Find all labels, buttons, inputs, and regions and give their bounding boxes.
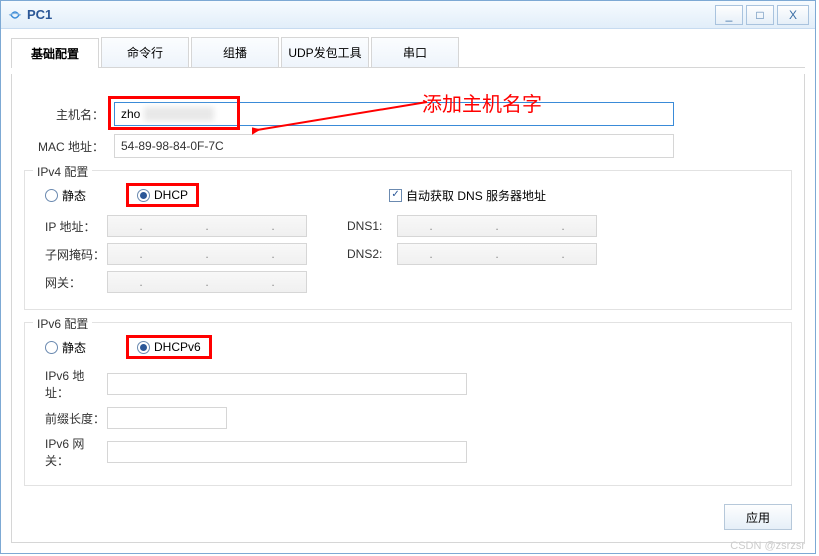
tab-udp[interactable]: UDP发包工具 (281, 37, 369, 67)
ipv6-ip-label: IPv6 地址： (35, 367, 107, 401)
close-button[interactable]: X (777, 5, 809, 25)
mac-value: 54-89-98-84-0F-7C (114, 134, 674, 158)
ipv4-section: IPv4 配置 静态 DHCP ✓ 自动获取 DNS 服务器地址 (24, 170, 792, 310)
auto-dns-label: 自动获取 DNS 服务器地址 (406, 187, 546, 204)
ipv4-title: IPv4 配置 (33, 163, 92, 180)
radio-icon (45, 189, 58, 202)
mac-label: MAC 地址： (24, 138, 114, 155)
ipv6-dhcpv6-radio[interactable]: DHCPv6 (126, 335, 212, 359)
ipv6-static-label: 静态 (62, 339, 86, 356)
dns1-field[interactable]: ... (397, 215, 597, 237)
minimize-icon: _ (726, 8, 733, 22)
mask-label: 子网掩码： (35, 246, 107, 263)
ipv6-dhcpv6-label: DHCPv6 (154, 340, 201, 354)
app-icon (7, 7, 23, 23)
window-title: PC1 (27, 7, 712, 22)
dns1-label: DNS1: (347, 219, 397, 233)
ipv6-section: IPv6 配置 静态 DHCPv6 IPv6 地址： 前缀长 (24, 322, 792, 486)
config-panel: 主机名： MAC 地址： 54-89-98-84-0F-7C IPv4 配置 (11, 74, 805, 543)
dns2-field[interactable]: ... (397, 243, 597, 265)
ipv6-prefix-field[interactable] (107, 407, 227, 429)
maximize-icon: □ (756, 8, 763, 22)
ipv6-static-radio[interactable]: 静态 (45, 339, 86, 356)
csdn-watermark: CSDN @zsrzsr (730, 540, 805, 552)
titlebar: PC1 _ □ X (1, 1, 815, 29)
radio-icon (45, 341, 58, 354)
gateway-label: 网关： (35, 274, 107, 291)
checkbox-icon: ✓ (389, 189, 402, 202)
ipv6-ip-field[interactable] (107, 373, 467, 395)
apply-button[interactable]: 应用 (724, 504, 792, 530)
hostname-label: 主机名： (24, 106, 114, 123)
mask-field[interactable]: ... (107, 243, 307, 265)
tab-cmd[interactable]: 命令行 (101, 37, 189, 67)
ipv6-gateway-label: IPv6 网关： (35, 435, 107, 469)
dns2-label: DNS2: (347, 247, 397, 261)
ipv4-static-label: 静态 (62, 187, 86, 204)
tab-multicast[interactable]: 组播 (191, 37, 279, 67)
tab-basic[interactable]: 基础配置 (11, 38, 99, 68)
ip-label: IP 地址： (35, 218, 107, 235)
ipv6-title: IPv6 配置 (33, 315, 92, 332)
blur-patch (144, 107, 214, 121)
ipv6-gateway-field[interactable] (107, 441, 467, 463)
auto-dns-checkbox[interactable]: ✓ 自动获取 DNS 服务器地址 (389, 187, 546, 204)
ipv4-dhcp-radio[interactable]: DHCP (126, 183, 199, 207)
minimize-button[interactable]: _ (715, 5, 743, 25)
tab-serial[interactable]: 串口 (371, 37, 459, 67)
ipv6-prefix-label: 前缀长度： (35, 410, 107, 427)
maximize-button[interactable]: □ (746, 5, 774, 25)
radio-icon (137, 341, 150, 354)
gateway-field[interactable]: ... (107, 271, 307, 293)
tabbar: 基础配置 命令行 组播 UDP发包工具 串口 (11, 37, 805, 68)
ipv4-static-radio[interactable]: 静态 (45, 187, 86, 204)
ip-field[interactable]: ... (107, 215, 307, 237)
ipv4-dhcp-label: DHCP (154, 188, 188, 202)
radio-icon (137, 189, 150, 202)
close-icon: X (789, 8, 797, 22)
